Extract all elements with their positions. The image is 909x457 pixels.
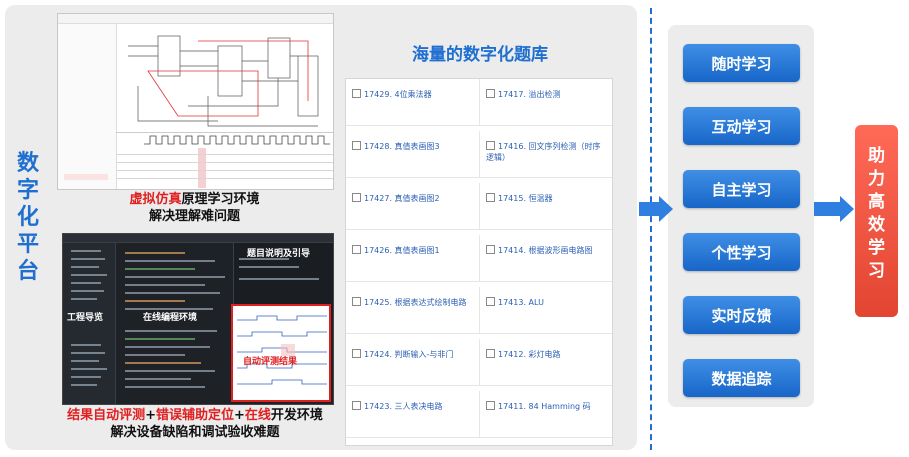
checkbox-icon[interactable] [352,141,361,150]
checkbox-icon[interactable] [352,245,361,254]
learning-mode-button: 自主学习 [683,170,800,208]
dotted-separator [650,8,652,450]
problem-bank-title: 海量的数字化题库 [412,45,548,65]
platform-label: 数字化平台 [16,151,39,284]
problem-item-label: 17425. 根据表达式绘制电路 [364,298,467,307]
learning-mode-button: 数据追踪 [683,359,800,397]
checkbox-icon[interactable] [486,297,495,306]
problem-row: 17428. 真值表画图3 17416. 回文序列检测（时序逻辑） [346,131,612,178]
problem-item-label: 17417. 溢出检测 [498,90,561,99]
problem-item[interactable]: 17413. ALU [479,287,606,333]
arrow-right-head-icon-2 [840,196,854,222]
problem-item[interactable]: 17415. 恒温器 [479,183,606,229]
checkbox-icon[interactable] [486,349,495,358]
problem-item[interactable]: 17428. 真值表画图3 [346,131,473,177]
checkbox-icon[interactable] [352,349,361,358]
problem-item-label: 17414. 根据波形画电路图 [498,246,593,255]
simulation-caption: 虚拟仿真原理学习环境 解决理解难问题 [57,191,332,225]
ide-caption-part3: 在线 [244,408,271,423]
problem-bank-list: 17429. 4位乘法器 17417. 溢出检测 17428. 真值表画图3 1741… [345,78,613,446]
checkbox-icon[interactable] [352,89,361,98]
problem-row: 17426. 真值表画图1 17414. 根据波形画电路图 [346,235,612,282]
ide-tabbar [63,234,333,243]
learning-modes-panel [668,25,814,407]
waveform-divider [116,132,333,133]
checkbox-icon[interactable] [486,89,495,98]
problem-item[interactable]: 17412. 彩灯电路 [479,339,606,385]
result-label: 助力高效学习 [868,146,885,281]
simulation-screenshot [57,13,334,190]
result-box: 助力高效学习 [855,125,898,317]
problem-item[interactable]: 17426. 真值表画图1 [346,235,473,281]
problem-row: 17427. 真值表画图2 17415. 恒温器 [346,183,612,230]
checkbox-icon[interactable] [352,193,361,202]
ide-screenshot: 工程导览 在线编程环境 题目说明及引导 自动评测结果 [62,233,334,405]
sim-caption-line2: 解决理解难问题 [148,209,240,224]
problem-item-label: 17415. 恒温器 [498,194,553,203]
problem-row: 17429. 4位乘法器 17417. 溢出检测 [346,79,612,126]
problem-item-label: 17416. 回文序列检测（时序逻辑） [486,142,601,162]
problem-item[interactable]: 17423. 三人表决电路 [346,391,473,437]
problem-item[interactable]: 17416. 回文序列检测（时序逻辑） [479,131,606,177]
online-env-label: 在线编程环境 [143,313,198,323]
problem-item[interactable]: 17424. 判断输入-与非门 [346,339,473,385]
sim-caption-rest: 原理学习环境 [181,192,260,207]
checkbox-icon[interactable] [486,401,495,410]
problem-item-label: 17424. 判断输入-与非门 [364,350,454,359]
clock-waveform [144,135,330,145]
learning-mode-button: 随时学习 [683,44,800,82]
problem-item[interactable]: 17429. 4位乘法器 [346,79,473,125]
problem-item-label: 17428. 真值表画图3 [364,142,440,151]
learning-mode-button: 互动学习 [683,107,800,145]
problem-item-label: 17427. 真值表画图2 [364,194,440,203]
checkbox-icon[interactable] [352,297,361,306]
auto-eval-pane [231,304,331,402]
problem-item-label: 17412. 彩灯电路 [498,350,561,359]
ide-caption-plus1: + [145,408,156,423]
ide-caption-line2: 解决设备缺陷和调试验收难题 [110,425,280,440]
error-warning-row [64,174,108,180]
sim-caption-highlight: 虚拟仿真 [129,192,182,207]
checkbox-icon[interactable] [486,193,495,202]
problem-item-label: 17411. 84 Hamming 码 [498,402,591,411]
problem-item[interactable]: 17411. 84 Hamming 码 [479,391,606,437]
arrow-right-icon-2 [814,202,840,216]
auto-eval-label: 自动评测结果 [243,357,298,367]
circuit-schematic [128,35,319,127]
problem-item[interactable]: 17427. 真值表画图2 [346,183,473,229]
problem-item[interactable]: 17417. 溢出检测 [479,79,606,125]
arrow-right-icon [639,202,659,216]
ide-caption-part2: 错误辅助定位 [155,408,234,423]
sim-toolbar [58,14,333,24]
ide-caption-part1: 结果自动评测 [67,408,146,423]
problem-item-label: 17413. ALU [498,298,544,307]
ide-caption: 结果自动评测+错误辅助定位+在线开发环境 解决设备缺陷和调试验收难题 [5,407,385,441]
checkbox-icon[interactable] [486,245,495,254]
problem-row: 17423. 三人表决电路 17411. 84 Hamming 码 [346,391,612,438]
checkbox-icon[interactable] [486,141,495,150]
ide-caption-rest: 开发环境 [270,408,323,423]
problem-item[interactable]: 17414. 根据波形画电路图 [479,235,606,281]
problem-item[interactable]: 17425. 根据表达式绘制电路 [346,287,473,333]
problem-item-label: 17429. 4位乘法器 [364,90,432,99]
learning-mode-button: 实时反馈 [683,296,800,334]
problem-item-label: 17426. 真值表画图1 [364,246,440,255]
ide-caption-plus2: + [234,408,245,423]
checkbox-icon[interactable] [352,401,361,410]
problem-item-label: 17423. 三人表决电路 [364,402,443,411]
arrow-right-head-icon [659,196,673,222]
learning-mode-button: 个性学习 [683,233,800,271]
project-nav-label: 工程导览 [67,313,104,323]
sim-signal-list [58,24,117,189]
problem-row: 17425. 根据表达式绘制电路 17413. ALU [346,287,612,334]
problem-row: 17424. 判断输入-与非门 17412. 彩灯电路 [346,339,612,386]
problem-desc-label: 题目说明及引导 [247,249,311,259]
